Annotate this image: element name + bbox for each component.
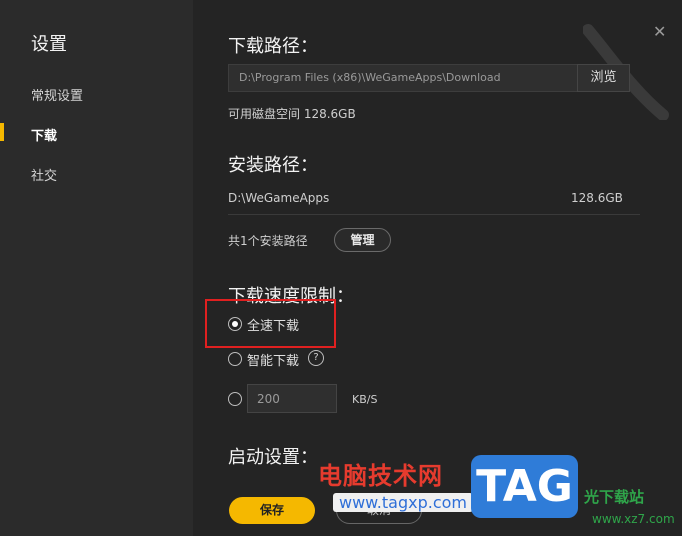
- browse-button[interactable]: 浏览: [577, 64, 630, 92]
- custom-speed-radio[interactable]: [228, 392, 242, 406]
- close-icon[interactable]: ✕: [653, 24, 666, 40]
- install-path-heading: 安装路径：: [228, 155, 318, 176]
- settings-content: ✕ 下载路径： D:\Program Files (x86)\WeGameApp…: [193, 0, 682, 536]
- save-button[interactable]: 保存: [229, 497, 315, 524]
- settings-title: 设置: [31, 34, 67, 55]
- download-path-heading: 下载路径：: [228, 36, 318, 57]
- install-path-divider: [228, 214, 640, 215]
- sidebar-item-download[interactable]: 下载: [31, 125, 57, 144]
- install-path-count: 共1个安装路径: [228, 234, 308, 248]
- free-space-text: 可用磁盘空间 128.6GB: [228, 107, 356, 121]
- smart-download-radio[interactable]: [228, 352, 242, 366]
- manage-button[interactable]: 管理: [334, 228, 391, 252]
- startup-heading: 启动设置：: [228, 447, 318, 468]
- install-path-size: 128.6GB: [571, 191, 623, 205]
- annotation-highlight-box: [205, 299, 336, 348]
- speed-unit-label: KB/S: [352, 393, 378, 406]
- settings-sidebar: 设置 常规设置 下载 社交: [0, 0, 193, 536]
- download-path-input[interactable]: D:\Program Files (x86)\WeGameApps\Downlo…: [228, 64, 578, 92]
- sidebar-item-general[interactable]: 常规设置: [31, 85, 83, 104]
- question-circle-icon[interactable]: ?: [308, 350, 324, 366]
- cancel-button[interactable]: 取消: [336, 497, 422, 524]
- smart-download-label[interactable]: 智能下载: [247, 350, 299, 369]
- custom-speed-input[interactable]: [247, 384, 337, 413]
- install-path-value: D:\WeGameApps: [228, 191, 330, 205]
- active-indicator: [0, 123, 4, 141]
- sidebar-item-social[interactable]: 社交: [31, 165, 57, 184]
